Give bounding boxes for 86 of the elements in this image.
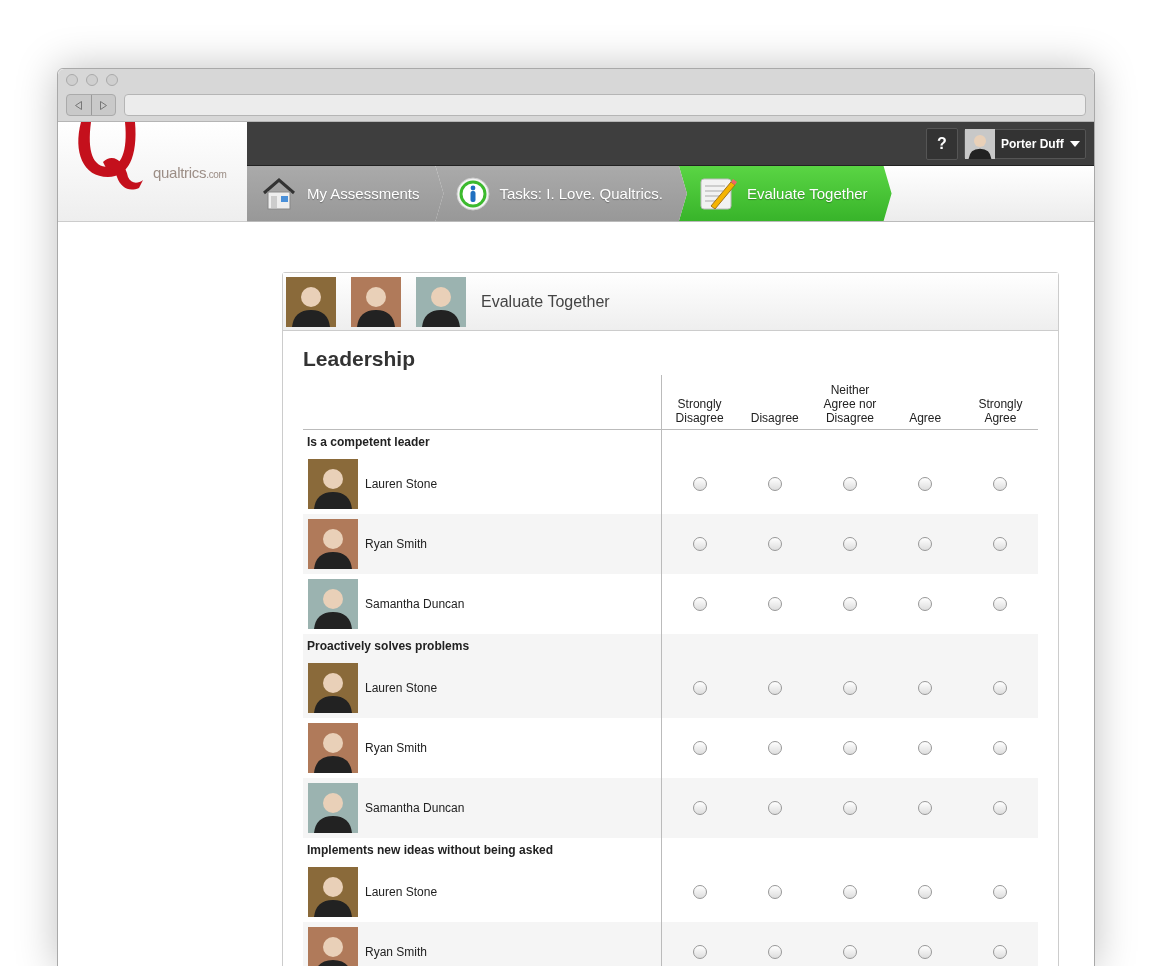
- column-heading: Disagree: [750, 411, 799, 425]
- breadcrumb-tab[interactable]: Evaluate Together: [678, 166, 892, 221]
- radio-button[interactable]: [993, 945, 1008, 960]
- notepad-pencil-icon: [698, 175, 737, 212]
- avatar: [286, 276, 336, 327]
- radio-button[interactable]: [993, 801, 1008, 816]
- avatar: [308, 663, 358, 713]
- column-heading: Agree: [909, 411, 942, 425]
- radio-button[interactable]: [842, 945, 857, 960]
- back-icon[interactable]: [75, 100, 83, 110]
- column-heading: Strongly Agree: [977, 397, 1024, 425]
- radio-button[interactable]: [918, 597, 933, 612]
- radio-button[interactable]: [767, 681, 782, 696]
- person-name: Lauren Stone: [365, 477, 438, 491]
- user-menu[interactable]: Porter Duff: [964, 128, 1086, 159]
- forward-icon[interactable]: [99, 100, 107, 110]
- radio-button[interactable]: [767, 477, 782, 492]
- radio-button[interactable]: [767, 597, 782, 612]
- radio-button[interactable]: [767, 885, 782, 900]
- address-bar[interactable]: [124, 94, 1086, 116]
- radio-button[interactable]: [692, 945, 707, 960]
- radio-button[interactable]: [918, 681, 933, 696]
- radio-button[interactable]: [842, 681, 857, 696]
- radio-button[interactable]: [692, 477, 707, 492]
- radio-button[interactable]: [842, 597, 857, 612]
- radio-button[interactable]: [918, 477, 933, 492]
- person-name: Lauren Stone: [365, 681, 438, 695]
- radio-button[interactable]: [842, 477, 857, 492]
- caret-icon: [1069, 140, 1080, 147]
- avatar: [308, 459, 358, 509]
- radio-button[interactable]: [767, 537, 782, 552]
- person-name: Ryan Smith: [365, 741, 428, 755]
- avatar: [416, 276, 466, 327]
- back-forward-buttons[interactable]: [66, 94, 116, 116]
- radio-button[interactable]: [767, 945, 782, 960]
- avatar: [308, 519, 358, 569]
- radio-button[interactable]: [918, 945, 933, 960]
- section-heading: Leadership: [303, 347, 417, 371]
- radio-button[interactable]: [692, 801, 707, 816]
- radio-button[interactable]: [918, 537, 933, 552]
- avatar: [308, 783, 358, 833]
- radio-button[interactable]: [767, 801, 782, 816]
- column-heading: Neither Agree nor Disagree: [822, 383, 878, 425]
- radio-button[interactable]: [692, 597, 707, 612]
- radio-button[interactable]: [692, 681, 707, 696]
- logo-wordmark: qualtrics.com: [153, 164, 227, 181]
- window-close-button[interactable]: [66, 74, 78, 86]
- radio-button[interactable]: [692, 537, 707, 552]
- person-name: Samantha Duncan: [365, 597, 465, 611]
- breadcrumb-tab[interactable]: Tasks: I. Love. Qualtrics.: [435, 166, 687, 221]
- radio-button[interactable]: [842, 537, 857, 552]
- person-name: Samantha Duncan: [365, 801, 465, 815]
- radio-button[interactable]: [918, 801, 933, 816]
- avatar: [351, 276, 401, 327]
- user-avatar: [965, 128, 995, 159]
- radio-button[interactable]: [918, 741, 933, 756]
- radio-button[interactable]: [842, 885, 857, 900]
- question-label: Proactively solves problems: [307, 639, 470, 653]
- person-name: Ryan Smith: [365, 537, 428, 551]
- radio-button[interactable]: [993, 681, 1008, 696]
- radio-button[interactable]: [842, 741, 857, 756]
- radio-button[interactable]: [993, 741, 1008, 756]
- card-title: Evaluate Together: [481, 292, 610, 311]
- radio-button[interactable]: [767, 741, 782, 756]
- breadcrumb-tab[interactable]: My Assessments: [247, 166, 444, 221]
- avatar: [308, 723, 358, 773]
- avatar: [308, 927, 358, 966]
- radio-button[interactable]: [993, 885, 1008, 900]
- person-name: Ryan Smith: [365, 945, 428, 959]
- radio-button[interactable]: [993, 537, 1008, 552]
- column-heading: Strongly Disagree: [674, 397, 725, 425]
- question-label: Implements new ideas without being asked: [307, 843, 554, 857]
- window-zoom-button[interactable]: [106, 74, 118, 86]
- radio-button[interactable]: [993, 477, 1008, 492]
- radio-button[interactable]: [993, 597, 1008, 612]
- window-minimize-button[interactable]: [86, 74, 98, 86]
- radio-button[interactable]: [918, 885, 933, 900]
- radio-button[interactable]: [692, 741, 707, 756]
- help-button[interactable]: ?: [926, 127, 958, 160]
- person-name: Lauren Stone: [365, 885, 438, 899]
- radio-button[interactable]: [692, 885, 707, 900]
- house-icon: [261, 176, 297, 211]
- question-label: Is a competent leader: [307, 435, 430, 449]
- avatar: [308, 579, 358, 629]
- radio-button[interactable]: [842, 801, 857, 816]
- avatar: [308, 867, 358, 917]
